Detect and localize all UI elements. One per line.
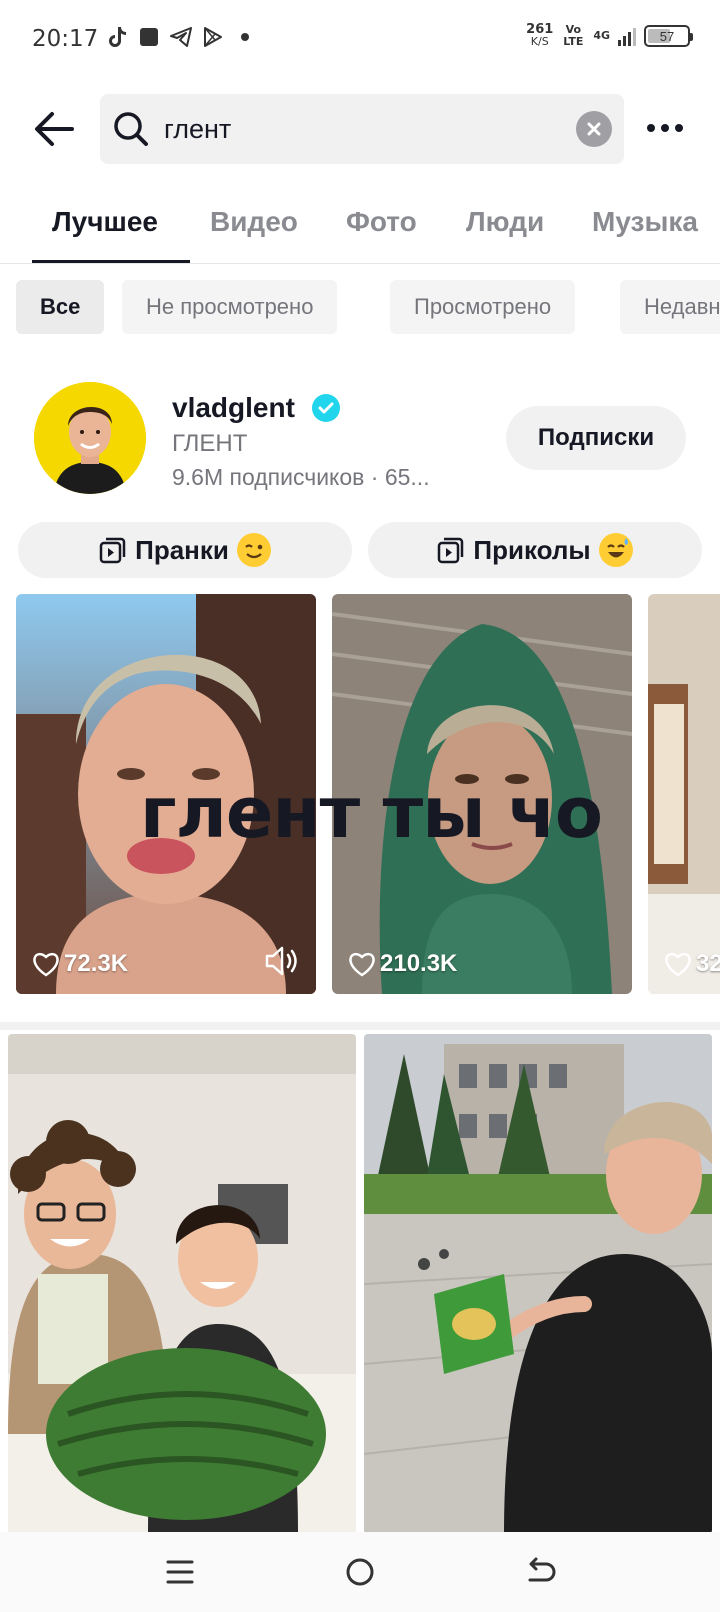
playlist-icon [99, 537, 126, 564]
like-count: 72.3K [32, 950, 128, 978]
video-card[interactable]: 32 [648, 594, 720, 994]
overlay-caption: глент ты чо [140, 772, 603, 854]
playlist-icon [438, 537, 464, 564]
verified-icon [312, 394, 340, 422]
user-result[interactable]: vladglent ГЛЕНТ 9.6M подписчиков · 65...… [0, 380, 720, 500]
network-type: 4G [593, 29, 610, 42]
playlist-label: Приколы [473, 534, 591, 565]
video-thumbnail [648, 594, 720, 994]
playlist-pranks[interactable]: Пранки [18, 522, 352, 578]
video-tile[interactable] [364, 1034, 712, 1534]
notification-icons [106, 26, 256, 48]
battery-icon: 57 [644, 25, 693, 47]
search-icon [112, 110, 150, 148]
dot-icon [234, 26, 256, 48]
search-query[interactable]: глент [164, 114, 231, 145]
section-divider [0, 1022, 720, 1030]
filter-watched[interactable]: Просмотрено [390, 280, 576, 334]
clear-icon[interactable] [576, 111, 612, 147]
menu-icon[interactable] [158, 1550, 202, 1594]
tab-bar: Лучшее Видео Фото Люди Музыка [0, 190, 720, 264]
home-circle-icon[interactable] [338, 1550, 382, 1594]
filter-unwatched[interactable]: Не просмотрено [122, 280, 338, 334]
heart-icon [349, 952, 375, 977]
arrow-left-icon[interactable] [30, 104, 80, 154]
heart-icon [665, 952, 691, 977]
sweat-smile-emoji [598, 533, 633, 567]
more-icon[interactable] [642, 116, 688, 140]
video-tile[interactable] [8, 1034, 356, 1534]
user-nickname: ГЛЕНТ [172, 430, 248, 457]
like-count: 210.3K [348, 950, 457, 978]
tab-best[interactable]: Лучшее [52, 206, 158, 238]
filter-recent[interactable]: Недавно [620, 280, 720, 334]
play-store-icon [202, 26, 224, 48]
sound-icon[interactable] [264, 944, 300, 978]
search-header: глент [0, 94, 720, 164]
wink-emoji [236, 533, 271, 567]
system-indicators: 261 K/S Vo LTE 4G 57 [526, 22, 693, 48]
tab-people[interactable]: Люди [466, 206, 544, 238]
signal-icon [618, 26, 636, 46]
like-count: 32 [664, 950, 720, 978]
system-nav-bar [0, 1532, 720, 1612]
telegram-icon [170, 26, 192, 48]
net-speed: 261 K/S [526, 22, 554, 48]
status-time: 20:17 [32, 26, 99, 52]
following-button[interactable]: Подписки [506, 406, 686, 470]
filter-all[interactable]: Все [16, 280, 105, 334]
tab-videos[interactable]: Видео [210, 206, 298, 238]
tab-music[interactable]: Музыка [592, 206, 698, 238]
back-icon[interactable] [518, 1550, 562, 1594]
video-thumbnail [364, 1034, 712, 1534]
filter-chips: Все Не просмотрено Просмотрено Недавно [0, 280, 720, 334]
tab-indicator [32, 260, 190, 263]
video-thumbnail [8, 1034, 356, 1534]
app-square-icon [138, 26, 160, 48]
tiktok-icon [106, 26, 128, 48]
battery-percent: 57 [659, 28, 675, 44]
playlist-label: Пранки [135, 534, 229, 565]
user-stats: 9.6M подписчиков · 65... [172, 464, 430, 490]
search-input[interactable]: глент [100, 94, 624, 164]
playlist-jokes[interactable]: Приколы [368, 522, 702, 578]
tab-photos[interactable]: Фото [346, 206, 417, 238]
status-bar: 20:17 261 K/S Vo LTE 4G 57 [0, 0, 720, 80]
username: vladglent [172, 392, 295, 423]
heart-icon [33, 952, 59, 977]
avatar[interactable] [34, 382, 146, 494]
volte-indicator: Vo LTE [563, 23, 584, 48]
